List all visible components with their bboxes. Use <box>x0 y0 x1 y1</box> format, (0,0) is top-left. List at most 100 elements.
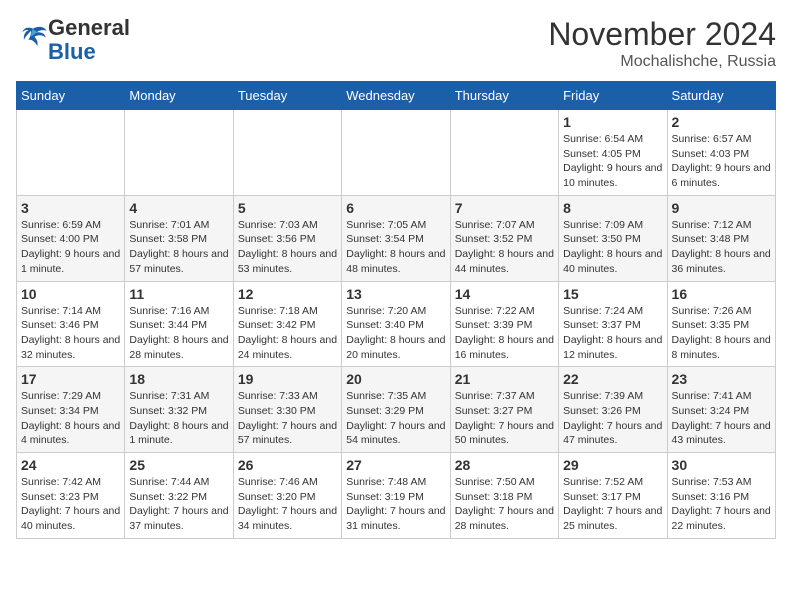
day-number: 5 <box>238 200 337 216</box>
day-info: Sunrise: 7:22 AM Sunset: 3:39 PM Dayligh… <box>455 304 554 363</box>
calendar-cell: 24 Sunrise: 7:42 AM Sunset: 3:23 PM Dayli… <box>17 453 125 539</box>
calendar-cell: 5 Sunrise: 7:03 AM Sunset: 3:56 PM Daylig… <box>233 195 341 281</box>
calendar-week-row: 24 Sunrise: 7:42 AM Sunset: 3:23 PM Dayli… <box>17 453 776 539</box>
day-info: Sunrise: 6:54 AM Sunset: 4:05 PM Dayligh… <box>563 132 662 191</box>
calendar-cell <box>342 110 450 196</box>
day-info: Sunrise: 7:12 AM Sunset: 3:48 PM Dayligh… <box>672 218 771 277</box>
day-info: Sunrise: 7:41 AM Sunset: 3:24 PM Dayligh… <box>672 389 771 448</box>
calendar-cell: 16 Sunrise: 7:26 AM Sunset: 3:35 PM Dayli… <box>667 281 775 367</box>
calendar-cell: 29 Sunrise: 7:52 AM Sunset: 3:17 PM Dayli… <box>559 453 667 539</box>
day-number: 16 <box>672 286 771 302</box>
day-number: 9 <box>672 200 771 216</box>
day-number: 24 <box>21 457 120 473</box>
day-info: Sunrise: 7:05 AM Sunset: 3:54 PM Dayligh… <box>346 218 445 277</box>
day-info: Sunrise: 7:52 AM Sunset: 3:17 PM Dayligh… <box>563 475 662 534</box>
day-info: Sunrise: 7:03 AM Sunset: 3:56 PM Dayligh… <box>238 218 337 277</box>
day-number: 12 <box>238 286 337 302</box>
calendar-cell: 20Sunrise: 7:35 AM Sunset: 3:29 PM Dayli… <box>342 367 450 453</box>
calendar-cell: 14 Sunrise: 7:22 AM Sunset: 3:39 PM Dayli… <box>450 281 558 367</box>
day-info: Sunrise: 7:29 AM Sunset: 3:34 PM Dayligh… <box>21 389 120 448</box>
day-number: 1 <box>563 114 662 130</box>
calendar-cell: 10 Sunrise: 7:14 AM Sunset: 3:46 PM Dayli… <box>17 281 125 367</box>
day-info: Sunrise: 7:16 AM Sunset: 3:44 PM Dayligh… <box>129 304 228 363</box>
calendar-cell <box>17 110 125 196</box>
day-info: Sunrise: 7:14 AM Sunset: 3:46 PM Dayligh… <box>21 304 120 363</box>
day-of-week-header: Sunday <box>17 82 125 110</box>
day-number: 2 <box>672 114 771 130</box>
calendar-cell: 28 Sunrise: 7:50 AM Sunset: 3:18 PM Dayli… <box>450 453 558 539</box>
calendar-cell: 9 Sunrise: 7:12 AM Sunset: 3:48 PM Daylig… <box>667 195 775 281</box>
calendar-cell: 25 Sunrise: 7:44 AM Sunset: 3:22 PM Dayli… <box>125 453 233 539</box>
day-number: 13 <box>346 286 445 302</box>
calendar-week-row: 10 Sunrise: 7:14 AM Sunset: 3:46 PM Dayli… <box>17 281 776 367</box>
day-of-week-header: Monday <box>125 82 233 110</box>
calendar-cell: 12 Sunrise: 7:18 AM Sunset: 3:42 PM Dayli… <box>233 281 341 367</box>
day-number: 29 <box>563 457 662 473</box>
title-block: November 2024 Mochalishche, Russia <box>548 16 776 71</box>
day-number: 21 <box>455 371 554 387</box>
calendar-week-row: 3 Sunrise: 6:59 AM Sunset: 4:00 PM Daylig… <box>17 195 776 281</box>
day-of-week-header: Tuesday <box>233 82 341 110</box>
logo-text: GeneralBlue <box>48 16 130 64</box>
day-info: Sunrise: 7:44 AM Sunset: 3:22 PM Dayligh… <box>129 475 228 534</box>
day-number: 8 <box>563 200 662 216</box>
day-info: Sunrise: 7:20 AM Sunset: 3:40 PM Dayligh… <box>346 304 445 363</box>
day-info: Sunrise: 7:53 AM Sunset: 3:16 PM Dayligh… <box>672 475 771 534</box>
calendar-header-row: SundayMondayTuesdayWednesdayThursdayFrid… <box>17 82 776 110</box>
day-number: 20 <box>346 371 445 387</box>
day-info: Sunrise: 7:39 AM Sunset: 3:26 PM Dayligh… <box>563 389 662 448</box>
day-info: Sunrise: 7:26 AM Sunset: 3:35 PM Dayligh… <box>672 304 771 363</box>
calendar-cell: 4Sunrise: 7:01 AM Sunset: 3:58 PM Daylig… <box>125 195 233 281</box>
day-number: 22 <box>563 371 662 387</box>
calendar-cell: 11 Sunrise: 7:16 AM Sunset: 3:44 PM Dayli… <box>125 281 233 367</box>
day-info: Sunrise: 7:50 AM Sunset: 3:18 PM Dayligh… <box>455 475 554 534</box>
day-info: Sunrise: 7:48 AM Sunset: 3:19 PM Dayligh… <box>346 475 445 534</box>
calendar-cell: 8 Sunrise: 7:09 AM Sunset: 3:50 PM Daylig… <box>559 195 667 281</box>
day-of-week-header: Thursday <box>450 82 558 110</box>
day-info: Sunrise: 7:18 AM Sunset: 3:42 PM Dayligh… <box>238 304 337 363</box>
calendar-cell: 1 Sunrise: 6:54 AM Sunset: 4:05 PM Daylig… <box>559 110 667 196</box>
month-title: November 2024 <box>548 16 776 53</box>
calendar-cell: 22 Sunrise: 7:39 AM Sunset: 3:26 PM Dayli… <box>559 367 667 453</box>
logo: GeneralBlue <box>16 16 130 64</box>
calendar-cell: 7Sunrise: 7:07 AM Sunset: 3:52 PM Daylig… <box>450 195 558 281</box>
day-number: 11 <box>129 286 228 302</box>
day-info: Sunrise: 7:37 AM Sunset: 3:27 PM Dayligh… <box>455 389 554 448</box>
calendar-week-row: 17Sunrise: 7:29 AM Sunset: 3:34 PM Dayli… <box>17 367 776 453</box>
calendar-week-row: 1 Sunrise: 6:54 AM Sunset: 4:05 PM Daylig… <box>17 110 776 196</box>
calendar-cell <box>450 110 558 196</box>
calendar-cell <box>125 110 233 196</box>
day-number: 28 <box>455 457 554 473</box>
day-number: 14 <box>455 286 554 302</box>
day-info: Sunrise: 6:59 AM Sunset: 4:00 PM Dayligh… <box>21 218 120 277</box>
day-number: 6 <box>346 200 445 216</box>
location-title: Mochalishche, Russia <box>548 53 776 71</box>
calendar-cell: 6 Sunrise: 7:05 AM Sunset: 3:54 PM Daylig… <box>342 195 450 281</box>
day-number: 30 <box>672 457 771 473</box>
day-number: 4 <box>129 200 228 216</box>
day-info: Sunrise: 7:09 AM Sunset: 3:50 PM Dayligh… <box>563 218 662 277</box>
calendar-cell: 2Sunrise: 6:57 AM Sunset: 4:03 PM Daylig… <box>667 110 775 196</box>
day-of-week-header: Wednesday <box>342 82 450 110</box>
day-info: Sunrise: 7:07 AM Sunset: 3:52 PM Dayligh… <box>455 218 554 277</box>
day-number: 18 <box>129 371 228 387</box>
day-number: 27 <box>346 457 445 473</box>
calendar-cell: 15Sunrise: 7:24 AM Sunset: 3:37 PM Dayli… <box>559 281 667 367</box>
day-number: 26 <box>238 457 337 473</box>
calendar-cell: 23Sunrise: 7:41 AM Sunset: 3:24 PM Dayli… <box>667 367 775 453</box>
day-number: 10 <box>21 286 120 302</box>
calendar-cell: 17Sunrise: 7:29 AM Sunset: 3:34 PM Dayli… <box>17 367 125 453</box>
calendar-cell: 30 Sunrise: 7:53 AM Sunset: 3:16 PM Dayli… <box>667 453 775 539</box>
day-number: 15 <box>563 286 662 302</box>
calendar-cell: 13 Sunrise: 7:20 AM Sunset: 3:40 PM Dayli… <box>342 281 450 367</box>
day-info: Sunrise: 7:33 AM Sunset: 3:30 PM Dayligh… <box>238 389 337 448</box>
day-number: 19 <box>238 371 337 387</box>
day-number: 25 <box>129 457 228 473</box>
calendar-cell: 26Sunrise: 7:46 AM Sunset: 3:20 PM Dayli… <box>233 453 341 539</box>
page-header: GeneralBlue November 2024 Mochalishche, … <box>16 16 776 71</box>
calendar-table: SundayMondayTuesdayWednesdayThursdayFrid… <box>16 81 776 539</box>
day-info: Sunrise: 7:42 AM Sunset: 3:23 PM Dayligh… <box>21 475 120 534</box>
day-info: Sunrise: 7:31 AM Sunset: 3:32 PM Dayligh… <box>129 389 228 448</box>
day-number: 3 <box>21 200 120 216</box>
day-of-week-header: Saturday <box>667 82 775 110</box>
